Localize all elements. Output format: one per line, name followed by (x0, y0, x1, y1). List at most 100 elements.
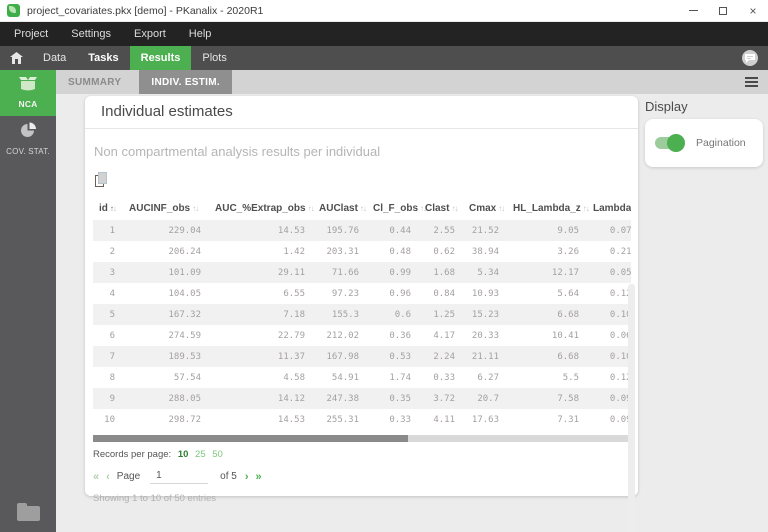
table-cell: 0.6 (394, 309, 411, 320)
table-cell: 155.3 (331, 309, 359, 320)
table-cell: 9.05 (557, 225, 579, 236)
sort-icon: ↑↓ (582, 203, 590, 213)
table-cell: 38.94 (471, 246, 499, 257)
close-button[interactable]: × (738, 0, 768, 21)
table-cell: 0.62 (433, 246, 455, 257)
vertical-scrollbar[interactable] (628, 284, 635, 532)
menu-export[interactable]: Export (125, 28, 175, 40)
table-cell: 4.11 (433, 414, 455, 425)
table-cell: 3 (109, 267, 115, 278)
table-cell: 15.23 (471, 309, 499, 320)
table-cell: 0.96 (389, 288, 411, 299)
table-cell: 0.44 (389, 225, 411, 236)
menu-project[interactable]: Project (5, 28, 57, 40)
table-cell: 20.33 (471, 330, 499, 341)
table-cell: 14.53 (277, 414, 305, 425)
sidebar: NCA COV. STAT. (0, 70, 56, 532)
tab-results[interactable]: Results (129, 46, 192, 70)
table-cell: 4.17 (433, 330, 455, 341)
last-page-button[interactable]: » (256, 471, 262, 483)
table-cell: 0.33 (389, 414, 411, 425)
table-cell: 0.99 (389, 267, 411, 278)
subtab-summary[interactable]: SUMMARY (56, 70, 133, 94)
table-cell: 0.53 (389, 351, 411, 362)
column-header-auc-extrap-obs[interactable]: AUC_%Extrap_obs ↑↓ (209, 196, 315, 220)
page-count-label: of 5 (220, 471, 237, 482)
table-cell: 0.104 (609, 351, 631, 362)
table-cell: 0.067 (609, 330, 631, 341)
table-cell: 7 (109, 351, 115, 362)
table-cell: 298.72 (168, 414, 201, 425)
table-row: 10 298.72 14.53 255.31 0.33 4.11 17.63 7.31 0.09… (93, 409, 631, 430)
display-panel-title: Display (645, 99, 688, 114)
table-cell: 8 (109, 372, 115, 383)
horizontal-scrollbar[interactable] (93, 435, 631, 442)
records-option-10[interactable]: 10 (178, 449, 189, 460)
table-cell: 2.55 (433, 225, 455, 236)
tab-data[interactable]: Data (32, 46, 77, 70)
table-cell: 3.26 (557, 246, 579, 257)
table-cell: 14.12 (277, 393, 305, 404)
sort-icon: ↑↓ (307, 203, 315, 213)
project-folder-icon[interactable] (17, 503, 40, 521)
table-cell: 5 (109, 309, 115, 320)
menu-settings[interactable]: Settings (62, 28, 120, 40)
minimize-button[interactable] (678, 0, 708, 21)
display-options-card: Pagination (645, 119, 763, 167)
column-header-id[interactable]: id ↑↓ (93, 196, 123, 220)
feedback-chat-icon[interactable] (742, 50, 758, 66)
home-icon[interactable] (10, 52, 23, 64)
menu-help[interactable]: Help (180, 28, 221, 40)
pagination-toggle[interactable] (655, 134, 685, 152)
table-cell: 0.48 (389, 246, 411, 257)
column-header-cmax[interactable]: Cmax ↑↓ (463, 196, 507, 220)
panel-menu-icon[interactable] (745, 77, 758, 87)
column-header-clast[interactable]: Clast ↑↓ (419, 196, 463, 220)
column-header-auclast[interactable]: AUClast ↑↓ (313, 196, 367, 220)
table-cell: 21.52 (471, 225, 499, 236)
table-row: 8 57.54 4.58 54.91 1.74 0.33 6.27 5.5 0.126 (93, 367, 631, 388)
table-cell: 229.04 (168, 225, 201, 236)
table-cell: 288.05 (168, 393, 201, 404)
maximize-button[interactable] (708, 0, 738, 21)
sort-icon: ↑↓ (109, 203, 117, 213)
table-cell: 7.58 (557, 393, 579, 404)
column-header-cl-f-obs[interactable]: Cl_F_obs ↑↓ (367, 196, 427, 220)
table-cell: 10 (104, 414, 115, 425)
table-cell: 255.31 (326, 414, 359, 425)
table-cell: 0.104 (609, 309, 631, 320)
table-cell: 5.5 (562, 372, 579, 383)
prev-page-button[interactable]: ‹ (106, 471, 110, 483)
copy-table-icon[interactable] (95, 172, 108, 188)
table-cell: 167.98 (326, 351, 359, 362)
table-cell: 247.38 (326, 393, 359, 404)
table-cell: 1.25 (433, 309, 455, 320)
table-cell: 7.31 (557, 414, 579, 425)
sidebar-item-nca[interactable]: NCA (0, 70, 56, 116)
records-per-page: Records per page: 10 25 50 (93, 449, 630, 460)
tab-tasks[interactable]: Tasks (77, 46, 129, 70)
page-number-input[interactable] (150, 469, 209, 484)
app-icon (7, 4, 20, 17)
column-header-lambda-z[interactable]: Lambda_z↑↓ (587, 196, 631, 220)
sidebar-item-cov-stat[interactable]: COV. STAT. (0, 116, 56, 163)
table-row: 3 101.09 29.11 71.66 0.99 1.68 5.34 12.17 0.057 (93, 262, 631, 283)
tab-plots[interactable]: Plots (191, 46, 237, 70)
table-cell: 104.05 (168, 288, 201, 299)
table-cell: 17.63 (471, 414, 499, 425)
first-page-button[interactable]: « (93, 471, 99, 483)
toggle-knob (667, 134, 685, 152)
subtab-indiv-estim[interactable]: INDIV. ESTIM. (139, 70, 232, 94)
column-header-hl-lambda-z[interactable]: HL_Lambda_z ↑↓ (507, 196, 590, 220)
table-cell: 2.24 (433, 351, 455, 362)
records-option-50[interactable]: 50 (212, 449, 223, 460)
nca-box-icon (17, 76, 39, 96)
sidebar-item-label: NCA (18, 99, 38, 109)
results-table: id ↑↓ AUCINF_obs ↑↓ AUC_%Extrap_obs ↑↓ AUClast… (93, 196, 631, 430)
scrollbar-thumb[interactable] (93, 435, 408, 442)
table-cell: 20.7 (477, 393, 499, 404)
next-page-button[interactable]: › (245, 471, 249, 483)
column-header-aucinf-obs[interactable]: AUCINF_obs ↑↓ (123, 196, 209, 220)
table-cell: 22.79 (277, 330, 305, 341)
records-option-25[interactable]: 25 (195, 449, 206, 460)
